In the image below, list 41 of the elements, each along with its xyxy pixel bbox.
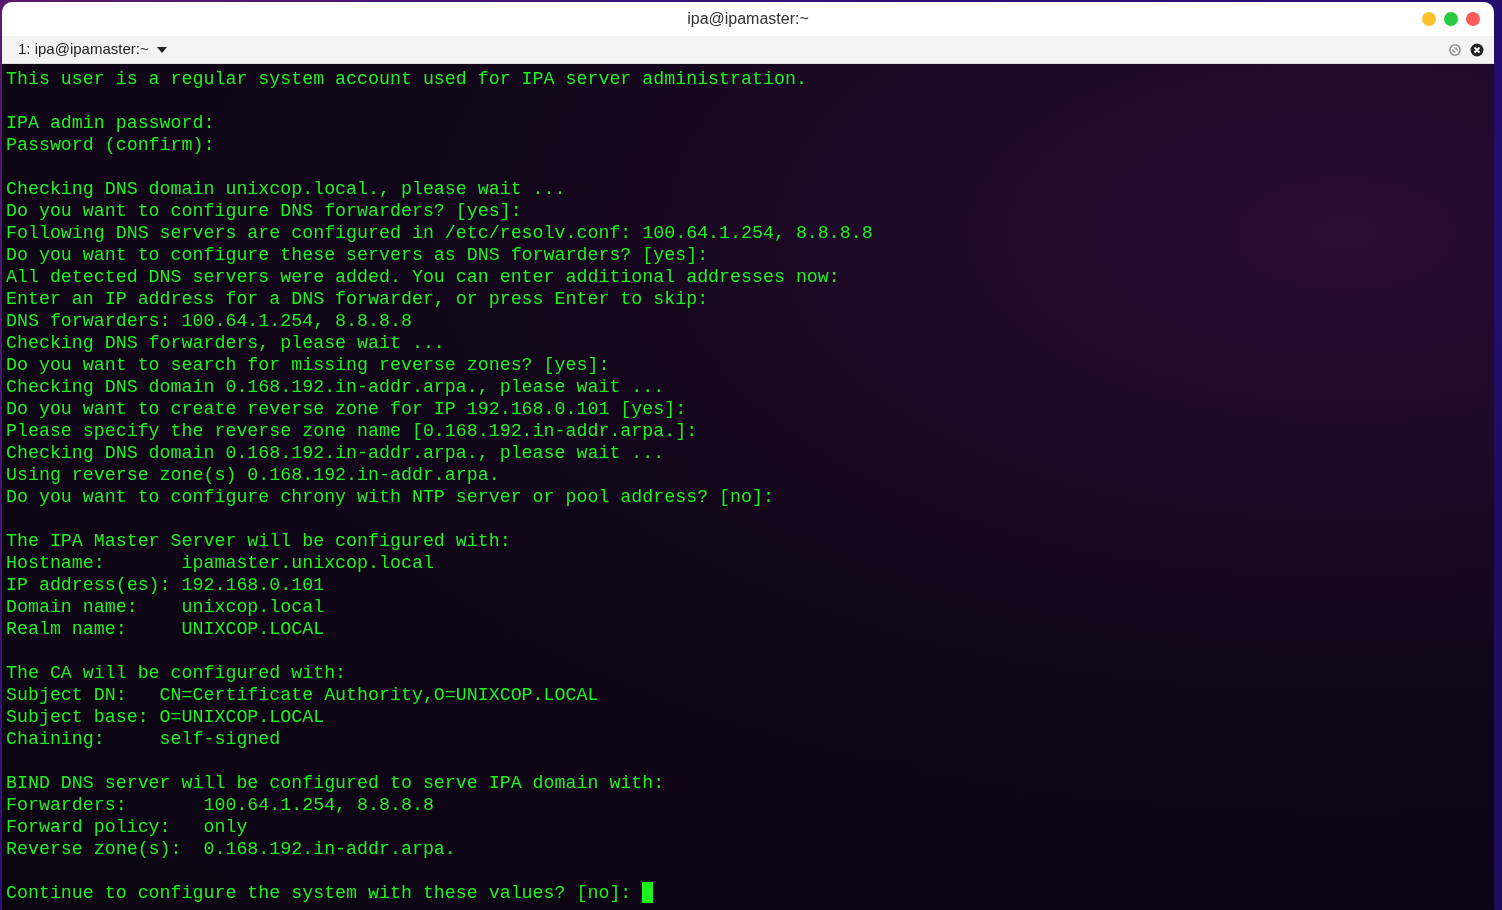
terminal-line: BIND DNS server will be configured to serve IPA domain with: <box>6 772 665 794</box>
terminal-line: Do you want to configure chrony with NTP server or pool address? [no]: <box>6 486 774 508</box>
terminal-line: All detected DNS servers were added. You can enter additional addresses now: <box>6 266 840 288</box>
terminal-line: Do you want to configure these servers as DNS forwarders? [yes]: <box>6 244 709 266</box>
terminal-line: Subject base: O=UNIXCOP.LOCAL <box>6 706 325 728</box>
terminal-line: Hostname: ipamaster.unixcop.local <box>6 552 434 574</box>
terminal-line: Please specify the reverse zone name [0.168.192.in-addr.arpa.]: <box>6 420 698 442</box>
minimize-button[interactable] <box>1422 12 1436 26</box>
window-title: ipa@ipamaster:~ <box>687 9 809 29</box>
terminal-line: Checking DNS domain 0.168.192.in-addr.arpa., please wait ... <box>6 376 665 398</box>
terminal-line: Following DNS servers are configured in /etc/resolv.conf: 100.64.1.254, 8.8.8.8 <box>6 222 873 244</box>
terminal-line: Domain name: unixcop.local <box>6 596 325 618</box>
maximize-button[interactable] <box>1444 12 1458 26</box>
terminal-line: Forward policy: only <box>6 816 248 838</box>
terminal-line: Do you want to create reverse zone for IP 192.168.0.101 [yes]: <box>6 398 687 420</box>
terminal-line: Do you want to search for missing reverse zones? [yes]: <box>6 354 610 376</box>
close-tab-icon[interactable] <box>1470 42 1484 57</box>
terminal-line: Subject DN: CN=Certificate Authority,O=UNIXCOP.LOCAL <box>6 684 599 706</box>
terminal-line: Chaining: self-signed <box>6 728 281 750</box>
detach-icon[interactable] <box>1448 42 1462 57</box>
terminal-line: DNS forwarders: 100.64.1.254, 8.8.8.8 <box>6 310 412 332</box>
terminal-line: IP address(es): 192.168.0.101 <box>6 574 325 596</box>
terminal-line: Checking DNS domain unixcop.local., please wait ... <box>6 178 566 200</box>
terminal-line: Using reverse zone(s) 0.168.192.in-addr.arpa. <box>6 464 500 486</box>
terminal-line: This user is a regular system account used for IPA server administration. <box>6 68 807 90</box>
close-button[interactable] <box>1466 12 1480 26</box>
terminal-line: Password (confirm): <box>6 134 215 156</box>
terminal-tab[interactable]: 1: ipa@ipamaster:~ <box>16 38 169 61</box>
terminal-line: IPA admin password: <box>6 112 215 134</box>
terminal-line: Checking DNS forwarders, please wait ... <box>6 332 445 354</box>
terminal-line: Checking DNS domain 0.168.192.in-addr.arpa., please wait ... <box>6 442 665 464</box>
terminal-line: Continue to configure the system with these values? [no]: <box>6 882 633 904</box>
terminal-line: Enter an IP address for a DNS forwarder, or press Enter to skip: <box>6 288 709 310</box>
text-cursor <box>642 882 654 903</box>
dropdown-caret-icon[interactable] <box>156 46 167 53</box>
terminal-line: The CA will be configured with: <box>6 662 347 684</box>
terminal-line: Forwarders: 100.64.1.254, 8.8.8.8 <box>6 794 434 816</box>
terminal-line: Realm name: UNIXCOP.LOCAL <box>6 618 325 640</box>
terminal-line: Reverse zone(s): 0.168.192.in-addr.arpa. <box>6 838 456 860</box>
terminal-line: The IPA Master Server will be configured with: <box>6 530 511 552</box>
terminal-line: Do you want to configure DNS forwarders? [yes]: <box>6 200 522 222</box>
